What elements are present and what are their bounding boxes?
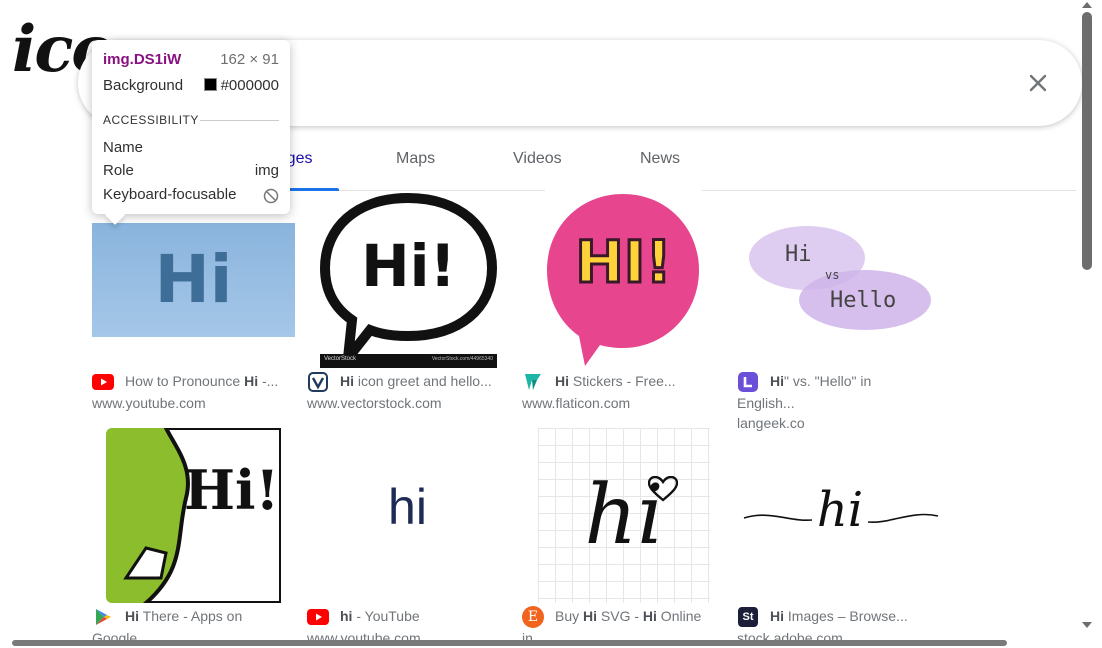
inspect-tooltip: img.DS1iW 162 × 91 Background #000000 AC…	[92, 40, 290, 214]
not-allowed-icon	[263, 188, 279, 204]
result-title-line2: English...	[737, 395, 795, 411]
result-meta-1[interactable]: How to Pronounce Hi -... www.youtube.com	[92, 371, 297, 413]
result-site: www.youtube.com	[92, 395, 206, 411]
adobe-stock-icon: St	[737, 606, 759, 628]
etsy-icon: E	[522, 606, 544, 628]
clear-search-button[interactable]	[1022, 67, 1054, 99]
thumb-watermark-left: VectorStock	[324, 356, 357, 362]
thumb-text: HI!	[574, 227, 674, 298]
result-image-6[interactable]: hi	[320, 440, 495, 595]
result-image-3[interactable]: HI!	[545, 190, 702, 368]
tab-videos[interactable]: Videos	[513, 150, 562, 168]
result-meta-2[interactable]: Hi icon greet and hello... www.vectorsto…	[307, 371, 507, 413]
vertical-scroll-thumb[interactable]	[1082, 12, 1092, 270]
tooltip-role-label: Role	[103, 162, 134, 179]
result-image-1[interactable]: Hi	[92, 223, 295, 337]
horizontal-scrollbar[interactable]	[0, 638, 1102, 646]
result-title[interactable]: Hi There - Apps on	[125, 606, 242, 626]
thumb-text: Hi	[154, 241, 233, 318]
result-image-7[interactable]: hi	[538, 428, 710, 603]
result-title[interactable]: Buy Hi SVG - Hi Online	[555, 606, 701, 626]
tooltip-background-value: #000000	[203, 77, 279, 94]
thumb-text: Hi!	[361, 232, 456, 300]
tooltip-role-value: img	[254, 162, 279, 179]
thumb-text-hi: Hi	[785, 242, 812, 267]
result-meta-4[interactable]: Hi" vs. "Hello" in English... langeek.co	[737, 371, 937, 433]
tooltip-name-label: Name	[103, 139, 144, 156]
thumb-text: hi	[388, 479, 427, 535]
close-icon	[1029, 74, 1047, 92]
result-title[interactable]: Hi Stickers - Free...	[555, 371, 676, 391]
thumb-text: Hi!	[184, 458, 280, 522]
result-image-8[interactable]: hi	[740, 470, 940, 565]
result-title[interactable]: Hi icon greet and hello...	[340, 371, 492, 391]
scroll-down-icon[interactable]	[1080, 620, 1094, 630]
result-image-5[interactable]: Hi!	[106, 428, 281, 603]
result-meta-3[interactable]: Hi Stickers - Free... www.flaticon.com	[522, 371, 722, 413]
flaticon-icon	[522, 371, 544, 393]
langeek-icon	[737, 371, 759, 393]
tooltip-section-heading: ACCESSIBILITY	[103, 113, 199, 127]
youtube-icon	[307, 606, 329, 628]
thumb-text: hi	[816, 482, 864, 538]
result-site: www.vectorstock.com	[307, 395, 442, 411]
tooltip-focus-label: Keyboard-focusable	[103, 186, 237, 203]
vectorstock-icon	[307, 371, 329, 393]
scroll-up-icon[interactable]	[1080, 0, 1094, 10]
result-title[interactable]: Hi" vs. "Hello" in	[770, 371, 871, 391]
result-site: www.flaticon.com	[522, 395, 631, 411]
color-swatch-icon	[203, 78, 217, 91]
tooltip-divider	[200, 120, 279, 121]
search-tabs: Images Maps Videos News	[260, 140, 1076, 191]
thumb-text-hello: Hello	[830, 288, 897, 313]
result-title[interactable]: How to Pronounce Hi -...	[125, 371, 278, 391]
thumb-text: hi	[584, 468, 664, 563]
thumb-text-vs: vs	[825, 268, 840, 282]
horizontal-scroll-thumb[interactable]	[12, 640, 1007, 646]
result-image-4[interactable]: Hi vs Hello	[745, 218, 933, 338]
tooltip-background-label: Background	[103, 77, 184, 94]
youtube-icon	[92, 371, 114, 393]
tab-maps[interactable]: Maps	[396, 150, 435, 168]
google-play-icon	[92, 606, 114, 628]
thumb-watermark-right: VectorStock.com/44965340	[431, 356, 493, 362]
tab-news[interactable]: News	[640, 150, 680, 168]
result-title[interactable]: Hi Images – Browse...	[770, 606, 908, 626]
tooltip-selector: img.DS1iW	[103, 51, 182, 68]
result-site: langeek.co	[737, 415, 805, 431]
vertical-scrollbar[interactable]	[1080, 0, 1094, 646]
result-title[interactable]: hi - YouTube	[340, 606, 420, 626]
tooltip-size: 162 × 91	[220, 51, 279, 68]
result-image-2[interactable]: Hi! VectorStock VectorStock.com/44965340	[320, 192, 497, 368]
